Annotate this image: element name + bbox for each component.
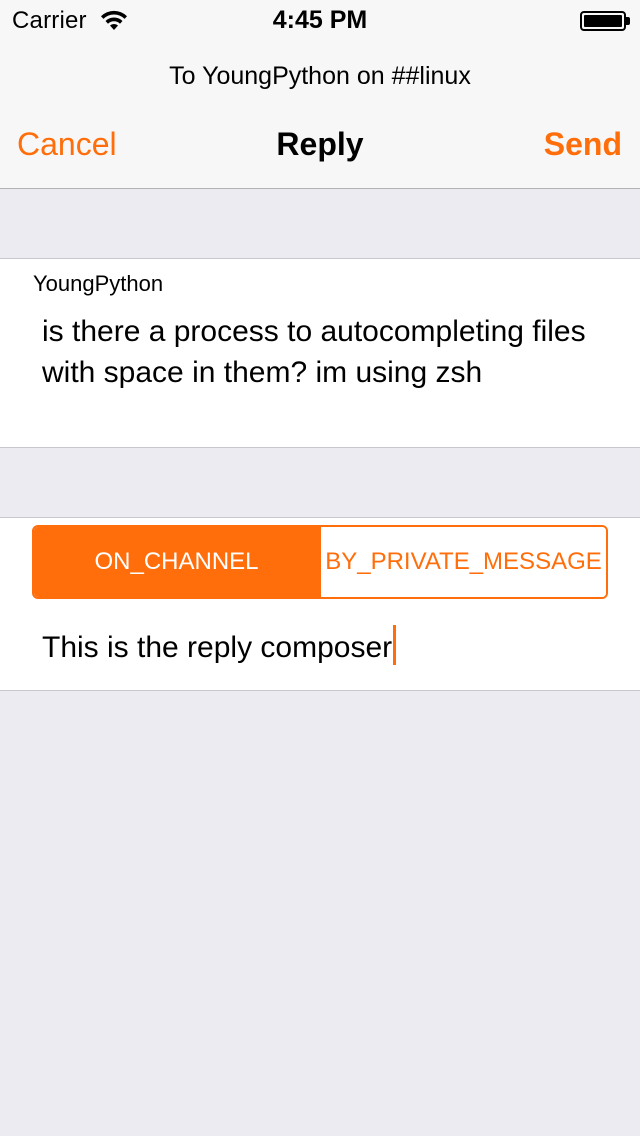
send-button[interactable]: Send xyxy=(544,126,622,163)
composer-text: This is the reply composer xyxy=(42,631,393,664)
reply-section: ON_CHANNEL BY_PRIVATE_MESSAGE This is th… xyxy=(0,517,640,691)
original-message-card: YoungPython is there a process to autoco… xyxy=(0,258,640,448)
navigation-header: Carrier 4:45 PM To YoungPython on ##linu… xyxy=(0,0,640,189)
reply-composer-input[interactable]: This is the reply composer xyxy=(0,612,640,692)
status-bar: Carrier 4:45 PM xyxy=(0,0,640,40)
segment-on-channel[interactable]: ON_CHANNEL xyxy=(34,527,319,597)
clock: 4:45 PM xyxy=(272,6,368,34)
battery-icon xyxy=(580,11,630,31)
reply-mode-segmented-control: ON_CHANNEL BY_PRIVATE_MESSAGE xyxy=(32,525,608,599)
segment-by-private-message[interactable]: BY_PRIVATE_MESSAGE xyxy=(319,527,606,597)
text-caret xyxy=(393,625,397,665)
original-message-text: is there a process to autocompleting fil… xyxy=(42,315,586,389)
conversation-subtitle: To YoungPython on ##linux xyxy=(169,62,471,90)
original-message-nick: YoungPython xyxy=(33,271,164,296)
